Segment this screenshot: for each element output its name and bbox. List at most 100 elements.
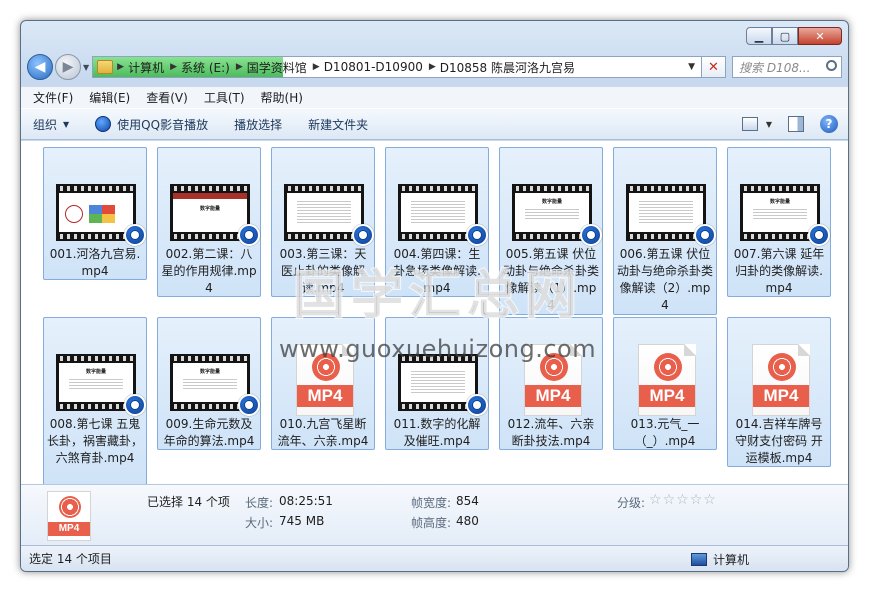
frame-title: 数字能量	[199, 369, 220, 375]
file-name: 005.第五课 伏位动卦与绝命杀卦类像解读（1）.mp4	[502, 247, 599, 312]
view-dropdown-icon[interactable]: ▼	[766, 120, 772, 129]
file-item[interactable]: 004.第四课：生卦急场类像解读.mp4	[385, 147, 489, 297]
star-icon[interactable]: ☆	[690, 493, 703, 507]
file-item[interactable]: 数字能量 008.第七课 五鬼长卦，祸害藏卦，六煞育卦.mp4	[43, 317, 147, 484]
file-name: 014.吉祥车牌号守财支付密码 开运模板.mp4	[735, 417, 823, 465]
breadcrumb-item[interactable]: 国学资料馆 ▶	[243, 59, 320, 76]
preview-pane-icon[interactable]	[788, 116, 804, 132]
minimize-button[interactable]: ▁	[746, 27, 772, 45]
mp4-file-icon: MP4	[638, 344, 696, 416]
film-reel-icon	[540, 353, 568, 381]
history-dropdown-icon[interactable]: ▼	[83, 63, 89, 72]
frame-title: 数字能量	[199, 206, 220, 212]
status-location: 计算机	[713, 553, 750, 567]
star-icon[interactable]: ☆	[676, 493, 689, 507]
file-name: 010.九宫飞星断流年、六亲.mp4	[277, 417, 369, 448]
address-dropdown-icon[interactable]: ▼	[688, 62, 695, 72]
menu-help[interactable]: 帮助(H)	[261, 89, 303, 106]
play-selection-button[interactable]: 播放选择	[234, 116, 282, 133]
file-name: 007.第六课 延年归卦的类像解读.mp4	[733, 247, 825, 295]
mp4-label: MP4	[525, 385, 581, 407]
window-controls: ▁ ▢ ✕	[746, 27, 842, 45]
star-icon[interactable]: ☆	[663, 493, 676, 507]
menu-file[interactable]: 文件(F)	[33, 89, 73, 106]
back-button[interactable]: ◀	[27, 54, 53, 80]
breadcrumb-item[interactable]: D10801-D10900 ▶	[320, 60, 436, 74]
back-arrow-icon: ◀	[34, 59, 46, 75]
rating-stars[interactable]: ☆ ☆ ☆ ☆ ☆	[649, 493, 717, 507]
chevron-right-icon[interactable]: ▶	[117, 62, 124, 72]
chevron-right-icon[interactable]: ▶	[313, 62, 320, 72]
qq-player-badge-icon	[124, 394, 146, 416]
menu-edit[interactable]: 编辑(E)	[89, 89, 130, 106]
forward-button[interactable]: ▶	[55, 54, 81, 80]
file-item[interactable]: MP4 013.元气_一（_）.mp4	[613, 317, 717, 450]
search-input[interactable]: 搜索 D108...	[732, 56, 842, 78]
status-bar: 选定 14 个项目 计算机	[21, 545, 848, 571]
help-icon[interactable]: ?	[820, 115, 838, 133]
file-item[interactable]: 003.第三课：天医止卦的类像解读.mp4	[271, 147, 375, 297]
organize-button[interactable]: 组织 ▼	[33, 116, 69, 133]
new-folder-button[interactable]: 新建文件夹	[308, 116, 368, 133]
maximize-button[interactable]: ▢	[772, 27, 798, 45]
star-icon[interactable]: ☆	[649, 493, 662, 507]
video-frame	[401, 193, 475, 232]
forward-arrow-icon: ▶	[62, 59, 74, 75]
file-name: 006.第五课 伏位动卦与绝命杀卦类像解读（2）.mp4	[616, 247, 713, 312]
file-list: 001.河洛九宫易.mp4 数字能量 002.第二课：八星的作用规律.mp4 003.…	[21, 141, 848, 484]
video-frame: 数字能量	[515, 193, 589, 232]
menu-tools[interactable]: 工具(T)	[204, 89, 245, 106]
menu-view[interactable]: 查看(V)	[146, 89, 188, 106]
file-name: 012.流年、六亲断卦技法.mp4	[507, 417, 595, 448]
frame-height-label: 帧高度:	[411, 516, 452, 530]
chevron-right-icon[interactable]: ▶	[170, 62, 177, 72]
file-item[interactable]: MP4 010.九宫飞星断流年、六亲.mp4	[271, 317, 375, 450]
file-item[interactable]: 011.数字的化解及催旺.mp4	[385, 317, 489, 450]
slide-text-lines	[411, 199, 465, 223]
frame-title: 数字能量	[85, 369, 106, 375]
file-name: 009.生命元数及年命的算法.mp4	[163, 417, 255, 448]
video-frame: 数字能量	[743, 193, 817, 232]
file-item[interactable]: 数字能量 009.生命元数及年命的算法.mp4	[157, 317, 261, 450]
chevron-right-icon[interactable]: ▶	[429, 62, 436, 72]
size-value: 745 MB	[279, 514, 325, 528]
star-icon[interactable]: ☆	[703, 493, 716, 507]
chevron-right-icon[interactable]: ▶	[236, 62, 243, 72]
file-item[interactable]: 001.河洛九宫易.mp4	[43, 147, 147, 280]
view-options-icon[interactable]	[741, 117, 758, 131]
qq-player-badge-icon	[466, 224, 488, 246]
qq-player-badge-icon	[808, 224, 830, 246]
rating-label: 分级:	[617, 496, 646, 510]
play-with-qq-button[interactable]: 使用QQ影音播放	[95, 116, 208, 133]
file-item[interactable]: 数字能量 005.第五课 伏位动卦与绝命杀卦类像解读（1）.mp4	[499, 147, 603, 315]
file-item[interactable]: MP4 012.流年、六亲断卦技法.mp4	[499, 317, 603, 450]
video-frame	[59, 193, 133, 232]
breadcrumb-item[interactable]: 计算机 ▶	[124, 59, 177, 76]
search-icon[interactable]	[826, 60, 837, 71]
frame-width-label: 帧宽度:	[411, 496, 452, 510]
file-name: 004.第四课：生卦急场类像解读.mp4	[393, 247, 481, 295]
file-item[interactable]: MP4 014.吉祥车牌号守财支付密码 开运模板.mp4	[727, 317, 831, 467]
file-item[interactable]: 数字能量 002.第二课：八星的作用规律.mp4	[157, 147, 261, 297]
close-button[interactable]: ✕	[798, 27, 842, 45]
qq-player-badge-icon	[694, 224, 716, 246]
file-name: 008.第七课 五鬼长卦，祸害藏卦，六煞育卦.mp4	[46, 417, 143, 465]
frame-title: 数字能量	[769, 199, 790, 205]
address-bar[interactable]: ▶ 计算机 ▶ 系统 (E:) ▶ 国学资料馆 ▶ D10801-D10900 ▶ D1…	[92, 56, 702, 78]
details-pane: MP4 已选择 14 个项 长度: 08:25:51 大小: 745 MB 帧宽…	[21, 484, 848, 546]
file-item[interactable]: 006.第五课 伏位动卦与绝命杀卦类像解读（2）.mp4	[613, 147, 717, 315]
computer-icon	[691, 553, 707, 566]
status-selection: 选定 14 个项目	[29, 552, 112, 566]
selected-count: 已选择 14 个项	[147, 495, 230, 509]
qq-player-badge-icon	[352, 224, 374, 246]
breadcrumb-item[interactable]: D10858 陈晨河洛九宫易	[436, 59, 581, 76]
breadcrumb-item[interactable]: 系统 (E:) ▶	[177, 59, 243, 76]
stop-icon[interactable]: ✕	[702, 56, 726, 78]
qq-player-badge-icon	[238, 224, 260, 246]
video-frame	[401, 363, 475, 402]
film-reel-icon	[768, 353, 796, 381]
command-bar: 组织 ▼ 使用QQ影音播放 播放选择 新建文件夹 ▼ ?	[21, 108, 848, 140]
chevron-down-icon: ▼	[63, 119, 70, 129]
qq-player-badge-icon	[238, 394, 260, 416]
file-item[interactable]: 数字能量 007.第六课 延年归卦的类像解读.mp4	[727, 147, 831, 297]
